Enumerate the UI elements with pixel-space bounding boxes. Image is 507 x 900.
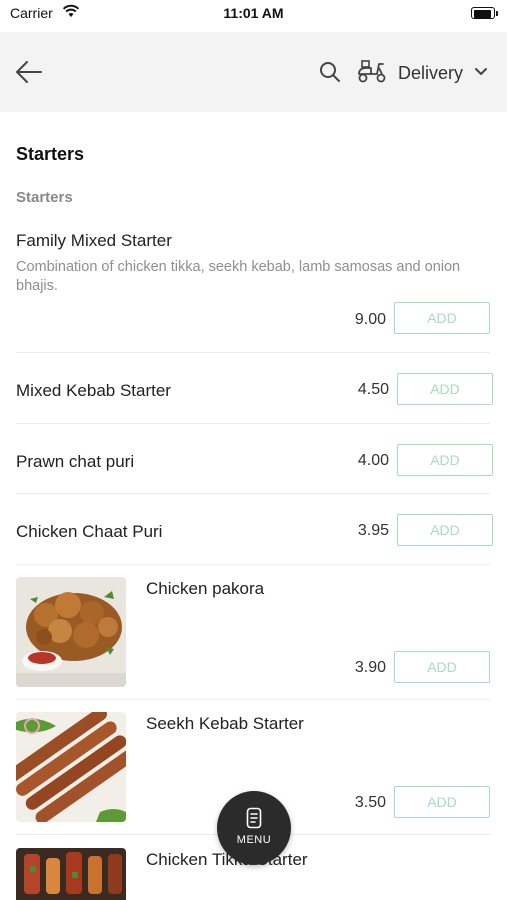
item-description: Combination of chicken tikka, seekh keba… — [16, 259, 461, 294]
search-icon[interactable] — [318, 60, 342, 84]
item-name[interactable]: Seekh Kebab Starter — [146, 714, 304, 734]
item-price: 4.50 — [357, 381, 389, 398]
add-button[interactable]: ADD — [394, 302, 490, 334]
divider — [16, 423, 490, 424]
order-mode-label[interactable]: Delivery — [398, 63, 463, 84]
clock: 11:01 AM — [223, 5, 284, 21]
menu-button-label: MENU — [236, 834, 272, 846]
battery-icon — [471, 7, 498, 19]
add-button[interactable]: ADD — [394, 786, 490, 818]
section-title: Starters — [16, 144, 85, 164]
item-name[interactable]: Chicken pakora — [146, 579, 264, 599]
menu-icon — [246, 807, 262, 829]
top-bar: Delivery — [0, 32, 507, 112]
scooter-icon — [358, 60, 386, 83]
category-subheading: Starters — [16, 189, 73, 206]
add-button[interactable]: ADD — [397, 373, 493, 405]
item-price: 4.00 — [357, 452, 389, 469]
item-name[interactable]: Prawn chat puri — [16, 452, 134, 472]
divider — [16, 493, 490, 494]
back-arrow-icon[interactable] — [14, 58, 44, 86]
item-photo[interactable] — [16, 712, 126, 822]
divider — [16, 352, 490, 353]
item-photo[interactable] — [16, 577, 126, 687]
item-name[interactable]: Mixed Kebab Starter — [16, 381, 171, 401]
add-button[interactable]: ADD — [397, 444, 493, 476]
menu-button[interactable]: MENU — [217, 791, 291, 865]
chevron-down-icon[interactable] — [474, 67, 488, 77]
item-name[interactable]: Family Mixed Starter — [16, 231, 172, 251]
item-price: 3.90 — [354, 659, 386, 676]
add-button[interactable]: ADD — [397, 514, 493, 546]
divider — [16, 564, 490, 565]
add-button[interactable]: ADD — [394, 651, 490, 683]
status-bar: Carrier 11:01 AM — [0, 0, 507, 30]
item-price: 9.00 — [354, 311, 386, 328]
item-price: 3.50 — [354, 794, 386, 811]
item-photo[interactable] — [16, 848, 126, 900]
item-price: 3.95 — [357, 522, 389, 539]
item-name[interactable]: Chicken Chaat Puri — [16, 522, 162, 542]
divider — [16, 699, 490, 700]
